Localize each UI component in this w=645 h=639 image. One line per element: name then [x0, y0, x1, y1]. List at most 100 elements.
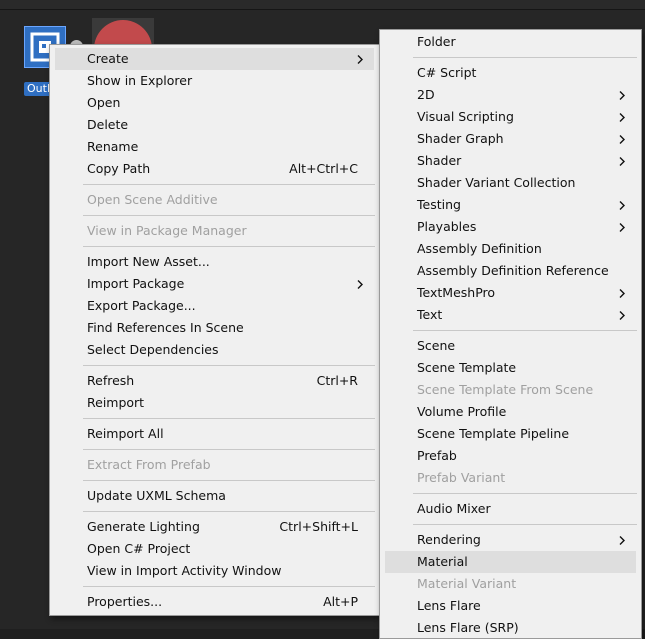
chevron-right-icon	[619, 536, 625, 545]
menu-separator	[413, 493, 637, 494]
submenu-arrow	[618, 194, 628, 216]
menu-item-create[interactable]: Create	[55, 48, 374, 70]
chevron-right-icon	[619, 113, 625, 122]
menu-item-lens-flare-srp[interactable]: Lens Flare (SRP)	[385, 617, 636, 639]
menu-item-view-in-package-manager: View in Package Manager	[55, 220, 374, 242]
menu-item-volume-profile[interactable]: Volume Profile	[385, 401, 636, 423]
menu-item-label: Show in Explorer	[87, 73, 193, 88]
menu-item-label: Generate Lighting	[87, 519, 200, 534]
submenu-arrow	[618, 150, 628, 172]
menu-item-2d[interactable]: 2D	[385, 84, 636, 106]
menu-item-show-in-explorer[interactable]: Show in Explorer	[55, 70, 374, 92]
menu-separator	[83, 246, 375, 247]
menu-item-shader-graph[interactable]: Shader Graph	[385, 128, 636, 150]
submenu-arrow	[618, 84, 628, 106]
menu-item-label: View in Package Manager	[87, 223, 247, 238]
chevron-right-icon	[357, 280, 363, 289]
menu-item-shortcut: Alt+P	[323, 594, 358, 609]
menu-item-import-new-asset[interactable]: Import New Asset...	[55, 251, 374, 273]
menu-item-label: Shader	[417, 153, 462, 168]
menu-item-label: 2D	[417, 87, 435, 102]
submenu-arrow	[618, 128, 628, 150]
menu-item-view-in-import-activity-window[interactable]: View in Import Activity Window	[55, 560, 374, 582]
menu-item-label: Visual Scripting	[417, 109, 514, 124]
menu-item-folder[interactable]: Folder	[385, 31, 636, 53]
menu-item-import-package[interactable]: Import Package	[55, 273, 374, 295]
menu-item-scene[interactable]: Scene	[385, 335, 636, 357]
menu-item-update-uxml-schema[interactable]: Update UXML Schema	[55, 485, 374, 507]
menu-item-label: Reimport	[87, 395, 145, 410]
menu-item-scene-template-pipeline[interactable]: Scene Template Pipeline	[385, 423, 636, 445]
menu-separator	[83, 184, 375, 185]
menu-item-label: Text	[417, 307, 443, 322]
menu-item-testing[interactable]: Testing	[385, 194, 636, 216]
menu-item-rendering[interactable]: Rendering	[385, 529, 636, 551]
menu-item-visual-scripting[interactable]: Visual Scripting	[385, 106, 636, 128]
menu-item-select-dependencies[interactable]: Select Dependencies	[55, 339, 374, 361]
menu-item-label: C# Script	[417, 65, 477, 80]
menu-item-label: Prefab	[417, 448, 457, 463]
menu-item-label: Testing	[417, 197, 461, 212]
menu-item-shader[interactable]: Shader	[385, 150, 636, 172]
menu-item-generate-lighting[interactable]: Generate Lighting Ctrl+Shift+L	[55, 516, 374, 538]
menu-item-reimport[interactable]: Reimport	[55, 392, 374, 414]
menu-item-refresh[interactable]: Refresh Ctrl+R	[55, 370, 374, 392]
menu-item-properties[interactable]: Properties... Alt+P	[55, 591, 374, 613]
menu-item-label: Lens Flare	[417, 598, 481, 613]
menu-item-lens-flare[interactable]: Lens Flare	[385, 595, 636, 617]
menu-item-label: Lens Flare (SRP)	[417, 620, 519, 635]
submenu-arrow	[618, 282, 628, 304]
menu-item-open-c-project[interactable]: Open C# Project	[55, 538, 374, 560]
chevron-right-icon	[619, 91, 625, 100]
create-submenu: Folder C# Script 2D Visual Scripting Shader …	[379, 29, 642, 639]
menu-separator	[413, 57, 637, 58]
chevron-right-icon	[357, 55, 363, 64]
menu-item-reimport-all[interactable]: Reimport All	[55, 423, 374, 445]
menu-item-label: Import New Asset...	[87, 254, 210, 269]
menu-item-open[interactable]: Open	[55, 92, 374, 114]
chevron-right-icon	[619, 201, 625, 210]
menu-separator	[413, 330, 637, 331]
menu-item-label: Prefab Variant	[417, 470, 506, 485]
menu-item-scene-template[interactable]: Scene Template	[385, 357, 636, 379]
menu-item-textmeshpro[interactable]: TextMeshPro	[385, 282, 636, 304]
menu-item-label: Refresh	[87, 373, 135, 388]
menu-item-material-variant: Material Variant	[385, 573, 636, 595]
chevron-right-icon	[619, 135, 625, 144]
menu-item-prefab[interactable]: Prefab	[385, 445, 636, 467]
menu-item-copy-path[interactable]: Copy Path Alt+Ctrl+C	[55, 158, 374, 180]
chevron-right-icon	[619, 157, 625, 166]
chevron-right-icon	[619, 311, 625, 320]
menu-item-label: Extract From Prefab	[87, 457, 211, 472]
menu-item-text[interactable]: Text	[385, 304, 636, 326]
menu-separator	[83, 511, 375, 512]
menu-item-label: Find References In Scene	[87, 320, 244, 335]
submenu-arrow	[356, 48, 366, 70]
menu-item-label: Scene Template	[417, 360, 517, 375]
menu-item-assembly-definition-reference[interactable]: Assembly Definition Reference	[385, 260, 636, 282]
menu-item-label: Open	[87, 95, 121, 110]
menu-item-rename[interactable]: Rename	[55, 136, 374, 158]
menu-item-extract-from-prefab: Extract From Prefab	[55, 454, 374, 476]
menu-item-label: Assembly Definition	[417, 241, 542, 256]
menu-item-playables[interactable]: Playables	[385, 216, 636, 238]
menu-separator	[83, 480, 375, 481]
menu-item-label: Properties...	[87, 594, 163, 609]
menu-item-label: View in Import Activity Window	[87, 563, 282, 578]
menu-item-label: Folder	[417, 34, 456, 49]
menu-item-find-references-in-scene[interactable]: Find References In Scene	[55, 317, 374, 339]
menu-item-shader-variant-collection[interactable]: Shader Variant Collection	[385, 172, 636, 194]
chevron-right-icon	[619, 223, 625, 232]
menu-item-material[interactable]: Material	[385, 551, 636, 573]
menu-item-c-script[interactable]: C# Script	[385, 62, 636, 84]
menu-item-label: Select Dependencies	[87, 342, 219, 357]
menu-item-label: Material	[417, 554, 468, 569]
menu-item-assembly-definition[interactable]: Assembly Definition	[385, 238, 636, 260]
menu-item-audio-mixer[interactable]: Audio Mixer	[385, 498, 636, 520]
menu-item-prefab-variant: Prefab Variant	[385, 467, 636, 489]
menu-item-delete[interactable]: Delete	[55, 114, 374, 136]
menu-separator	[83, 215, 375, 216]
menu-item-label: Reimport All	[87, 426, 164, 441]
menu-separator	[83, 418, 375, 419]
menu-item-export-package[interactable]: Export Package...	[55, 295, 374, 317]
